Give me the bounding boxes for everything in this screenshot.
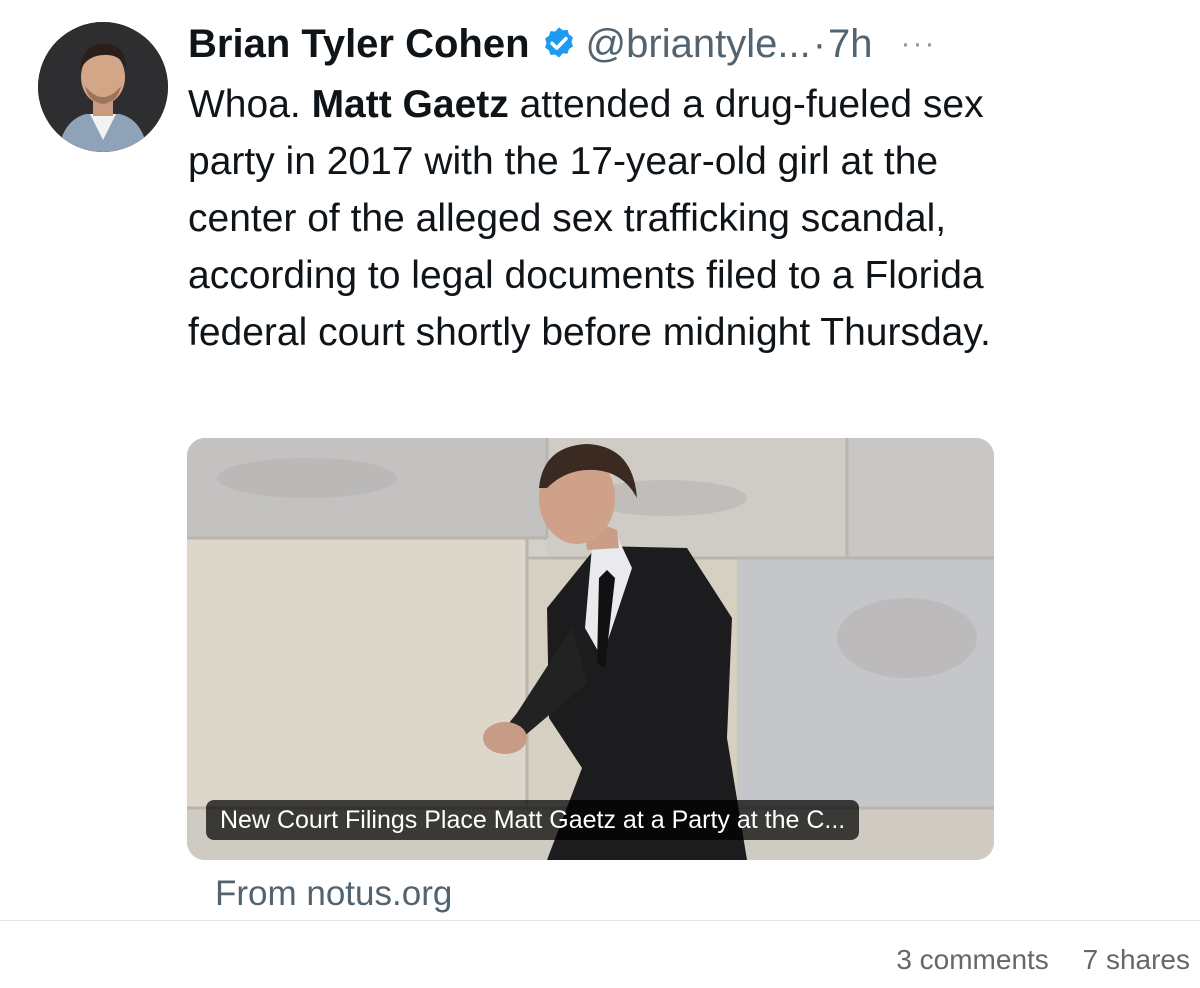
tweet-timestamp[interactable]: 7h <box>828 22 873 67</box>
comments-count[interactable]: 3 comments <box>896 944 1049 975</box>
author-handle[interactable]: @briantyle... <box>586 22 811 67</box>
tweet-body: Whoa. Matt Gaetz attended a drug-fueled … <box>188 76 1018 361</box>
tweet-text-bold: Matt Gaetz <box>311 83 509 126</box>
avatar-photo <box>38 22 168 152</box>
link-preview-title[interactable]: New Court Filings Place Matt Gaetz at a … <box>206 800 860 840</box>
header-separator: · <box>812 21 827 66</box>
author-display-name[interactable]: Brian Tyler Cohen <box>188 22 530 67</box>
tweet-header: Brian Tyler Cohen @briantyle... · 7h ··· <box>188 14 937 74</box>
post-footer: 3 comments 7 shares <box>896 940 1190 980</box>
ellipsis-icon[interactable]: ··· <box>901 24 937 64</box>
link-preview-card[interactable]: New Court Filings Place Matt Gaetz at a … <box>187 438 994 860</box>
tweet-text-intro: Whoa. <box>188 83 312 126</box>
link-source[interactable]: From notus.org <box>215 872 452 916</box>
verified-badge-icon <box>540 25 578 63</box>
author-avatar[interactable] <box>38 22 168 152</box>
footer-divider <box>0 920 1200 921</box>
link-preview-image <box>187 438 994 860</box>
shares-count[interactable]: 7 shares <box>1083 944 1190 975</box>
